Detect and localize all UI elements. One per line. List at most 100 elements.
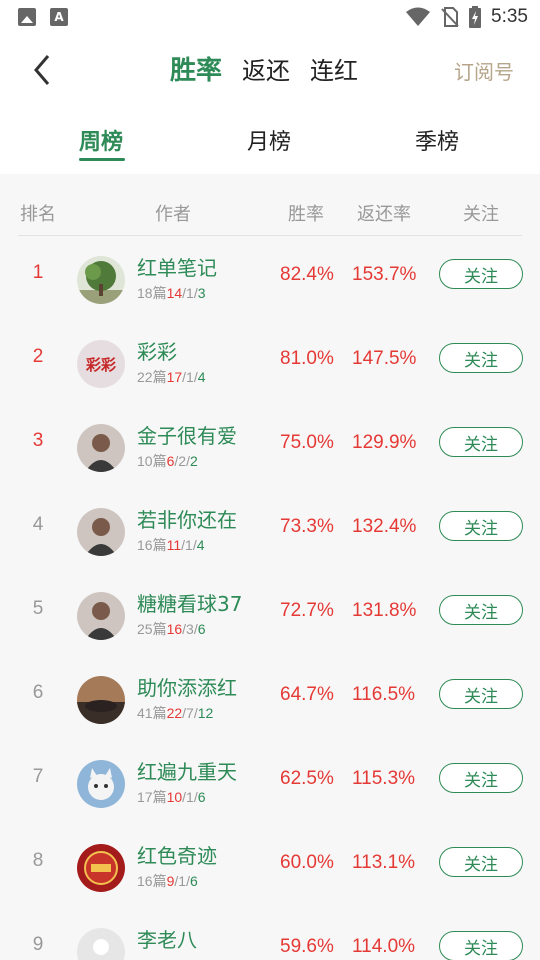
winrate-value: 75.0% bbox=[280, 432, 334, 453]
header: 胜率 返还 连红 订阅号 周榜 月榜 季榜 bbox=[0, 36, 540, 174]
follow-button[interactable]: 关注 bbox=[439, 259, 523, 289]
table-row[interactable]: 8 红色奇迹 16篇9/1/6 60.0% 113.1% 关注 bbox=[0, 826, 540, 910]
return-value: 113.1% bbox=[352, 852, 416, 873]
author-name[interactable]: 红遍九重天 bbox=[137, 756, 237, 785]
table-row[interactable]: 9 李老八 59.6% 114.0% 关注 bbox=[0, 910, 540, 960]
author-name[interactable]: 李老八 bbox=[137, 924, 197, 953]
post-count: 17篇 bbox=[137, 789, 167, 805]
author-record: 16篇11/1/4 bbox=[137, 537, 205, 553]
author-name[interactable]: 糖糖看球37 bbox=[137, 588, 242, 617]
return-value: 153.7% bbox=[352, 264, 417, 285]
top-tabs: 胜率 返还 连红 bbox=[170, 50, 358, 87]
list-header: 排名 作者 胜率 返还率 关注 bbox=[18, 196, 522, 236]
back-arrow-icon[interactable] bbox=[28, 50, 58, 90]
follow-button[interactable]: 关注 bbox=[439, 847, 523, 877]
loss-count: 3 bbox=[197, 285, 206, 301]
period-tabs: 周榜 月榜 季榜 bbox=[0, 120, 540, 170]
table-row[interactable]: 1 红单笔记 18篇14/1/3 82.4% 153.7% 关注 bbox=[0, 238, 540, 322]
author-name[interactable]: 红色奇迹 bbox=[137, 840, 217, 869]
table-row[interactable]: 4 若非你还在 16篇11/1/4 73.3% 132.4% 关注 bbox=[0, 490, 540, 574]
loss-count: 2 bbox=[189, 453, 198, 469]
author-record: 25篇16/3/6 bbox=[137, 621, 206, 637]
author-record: 18篇14/1/3 bbox=[137, 285, 206, 301]
post-count: 10篇 bbox=[137, 453, 167, 469]
tab-quarterly[interactable]: 季榜 bbox=[415, 124, 459, 156]
avatar[interactable] bbox=[77, 676, 125, 724]
loss-count: 12 bbox=[197, 705, 214, 721]
avatar[interactable] bbox=[77, 424, 125, 472]
follow-button[interactable]: 关注 bbox=[439, 427, 523, 457]
return-value: 129.9% bbox=[352, 432, 417, 453]
rank-number: 3 bbox=[32, 430, 44, 451]
follow-button[interactable]: 关注 bbox=[439, 763, 523, 793]
author-record: 22篇17/1/4 bbox=[137, 369, 206, 385]
loss-count: 4 bbox=[197, 369, 206, 385]
avatar[interactable] bbox=[77, 592, 125, 640]
author-name[interactable]: 彩彩 bbox=[137, 336, 177, 365]
rank-number: 1 bbox=[32, 262, 44, 283]
rank-number: 8 bbox=[32, 850, 44, 871]
draw-count: 1 bbox=[186, 789, 194, 805]
win-count: 11 bbox=[166, 537, 182, 553]
col-winrate: 胜率 bbox=[288, 204, 324, 225]
table-row[interactable]: 2 彩彩 彩彩 22篇17/1/4 81.0% 147.5% 关注 bbox=[0, 322, 540, 406]
avatar[interactable]: 彩彩 bbox=[77, 340, 125, 388]
follow-button[interactable]: 关注 bbox=[439, 679, 523, 709]
follow-button[interactable]: 关注 bbox=[439, 595, 523, 625]
author-name[interactable]: 助你添添红 bbox=[137, 672, 237, 701]
draw-count: 1 bbox=[185, 537, 193, 553]
post-count: 22篇 bbox=[137, 369, 167, 385]
table-row[interactable]: 7 红遍九重天 17篇10/1/6 62.5% 115.3% 关注 bbox=[0, 742, 540, 826]
status-time: 5:35 bbox=[491, 6, 528, 27]
loss-count: 6 bbox=[197, 621, 206, 637]
author-name[interactable]: 若非你还在 bbox=[137, 504, 237, 533]
win-count: 16 bbox=[166, 621, 183, 637]
winrate-value: 81.0% bbox=[280, 348, 334, 369]
follow-button[interactable]: 关注 bbox=[439, 931, 523, 960]
tab-winrate[interactable]: 胜率 bbox=[170, 50, 222, 87]
return-value: 114.0% bbox=[352, 936, 416, 957]
avatar[interactable] bbox=[77, 256, 125, 304]
col-follow: 关注 bbox=[463, 204, 499, 225]
tab-monthly[interactable]: 月榜 bbox=[247, 124, 291, 156]
post-count: 16篇 bbox=[137, 873, 167, 889]
col-author: 作者 bbox=[155, 204, 191, 225]
draw-count: 1 bbox=[186, 369, 194, 385]
loss-count: 4 bbox=[196, 537, 205, 553]
winrate-value: 60.0% bbox=[280, 852, 334, 873]
avatar[interactable] bbox=[77, 844, 125, 892]
follow-button[interactable]: 关注 bbox=[439, 511, 523, 541]
avatar[interactable] bbox=[77, 928, 125, 960]
follow-button[interactable]: 关注 bbox=[439, 343, 523, 373]
return-value: 147.5% bbox=[352, 348, 417, 369]
no-sim-icon bbox=[441, 7, 459, 27]
table-row[interactable]: 3 金子很有爱 10篇6/2/2 75.0% 129.9% 关注 bbox=[0, 406, 540, 490]
tab-streak[interactable]: 连红 bbox=[310, 51, 358, 86]
tab-weekly[interactable]: 周榜 bbox=[79, 124, 123, 156]
author-record: 17篇10/1/6 bbox=[137, 789, 206, 805]
author-record: 41篇22/7/12 bbox=[137, 705, 214, 721]
post-count: 16篇 bbox=[137, 537, 167, 553]
author-name[interactable]: 金子很有爱 bbox=[137, 420, 237, 449]
avatar[interactable] bbox=[77, 760, 125, 808]
avatar[interactable] bbox=[77, 508, 125, 556]
author-name[interactable]: 红单笔记 bbox=[137, 252, 217, 281]
winrate-value: 62.5% bbox=[280, 768, 334, 789]
rank-number: 7 bbox=[32, 766, 44, 787]
subscribe-link[interactable]: 订阅号 bbox=[454, 56, 514, 85]
rank-number: 5 bbox=[32, 598, 44, 619]
rank-number: 6 bbox=[32, 682, 44, 703]
table-row[interactable]: 5 糖糖看球37 25篇16/3/6 72.7% 131.8% 关注 bbox=[0, 574, 540, 658]
draw-count: 1 bbox=[186, 285, 194, 301]
return-value: 115.3% bbox=[352, 768, 416, 789]
post-count: 41篇 bbox=[137, 705, 167, 721]
winrate-value: 73.3% bbox=[280, 516, 334, 537]
table-row[interactable]: 6 助你添添红 41篇22/7/12 64.7% 116.5% 关注 bbox=[0, 658, 540, 742]
winrate-value: 59.6% bbox=[280, 936, 334, 957]
draw-count: 2 bbox=[178, 453, 187, 469]
tab-return[interactable]: 返还 bbox=[242, 51, 290, 86]
loss-count: 6 bbox=[189, 873, 198, 889]
post-count: 18篇 bbox=[137, 285, 167, 301]
a-notification-icon: A bbox=[50, 8, 68, 26]
author-record: 16篇9/1/6 bbox=[137, 873, 198, 889]
